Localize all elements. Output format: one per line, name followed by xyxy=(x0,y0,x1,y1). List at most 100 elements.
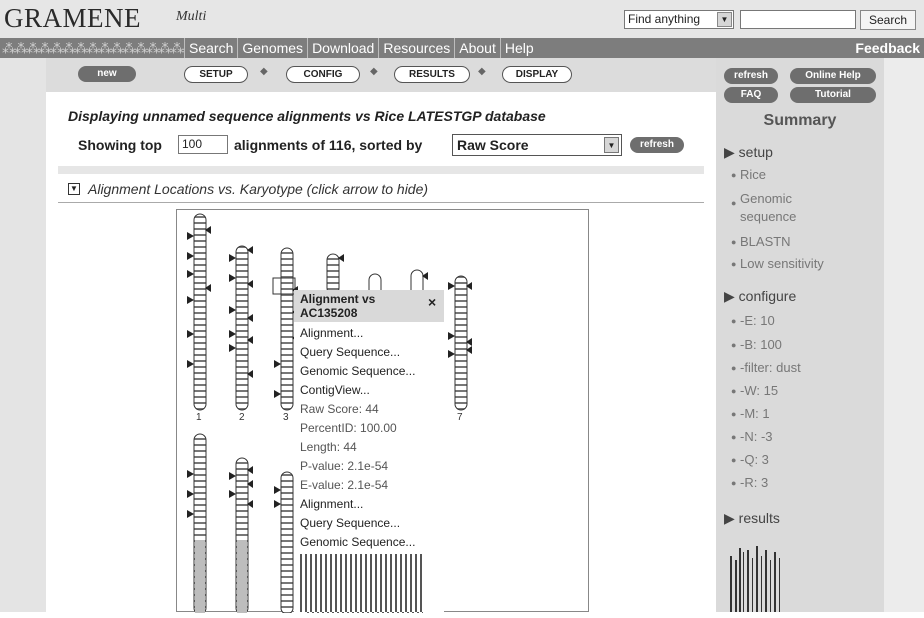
results-thumbnail xyxy=(728,546,786,612)
chromosome-8[interactable] xyxy=(187,433,207,615)
popup-p-value: P-value: 2.1e-54 xyxy=(300,459,389,473)
bullet-icon: ● xyxy=(731,316,737,326)
bullet-icon: ● xyxy=(731,386,737,396)
nav-about[interactable]: About xyxy=(454,38,500,58)
feedback-link[interactable]: Feedback xyxy=(855,38,920,58)
search-input[interactable] xyxy=(740,10,856,29)
nav-bar: ⁂⁂⁂⁂⁂⁂⁂⁂⁂⁂⁂⁂⁂⁂⁂⁂⁂⁂⁂⁂⁂⁂ Search Genomes Do… xyxy=(0,38,924,58)
top-count-input[interactable]: 100 xyxy=(178,135,228,154)
online-help-button[interactable]: Online Help xyxy=(790,68,876,84)
step-arrow-icon: ◆ xyxy=(370,66,378,77)
configure-item: -B: 100 xyxy=(740,337,782,352)
popup-link-query-sequence[interactable]: Query Sequence... xyxy=(300,345,400,359)
popup-link-genomic-sequence[interactable]: Genomic Sequence... xyxy=(300,535,415,549)
chromosome-4[interactable] xyxy=(326,253,344,295)
divider xyxy=(58,166,704,174)
summary-sidebar xyxy=(716,58,884,612)
setup-label: setup xyxy=(738,144,773,160)
find-select-value: Find anything xyxy=(628,12,701,26)
popup-raw-score: Raw Score: 44 xyxy=(300,402,379,416)
refresh-button[interactable]: refresh xyxy=(630,137,684,153)
configure-item: -M: 1 xyxy=(740,406,770,421)
configure-item: -W: 15 xyxy=(740,383,779,398)
bullet-icon: ● xyxy=(731,478,737,488)
popup-percent-id: PercentID: 100.00 xyxy=(300,421,397,435)
setup-item: Low sensitivity xyxy=(740,256,824,271)
configure-item: -Q: 3 xyxy=(740,452,769,467)
popup-alignment-bars xyxy=(300,554,422,612)
sidebar-section-results[interactable]: ▶ results xyxy=(724,510,780,527)
showing-label: Showing top xyxy=(78,137,162,153)
popup-length: Length: 44 xyxy=(300,440,357,454)
alignments-label: alignments of 116, sorted by xyxy=(234,137,423,153)
chromosome-label: 3 xyxy=(283,412,289,423)
chromosome-10[interactable] xyxy=(274,471,294,615)
section-title: Alignment Locations vs. Karyotype (click… xyxy=(88,181,429,197)
popup-link-query-sequence[interactable]: Query Sequence... xyxy=(300,516,400,530)
tutorial-button[interactable]: Tutorial xyxy=(790,87,876,103)
bullet-icon: ● xyxy=(731,237,737,247)
popup-header: Alignment vs AC135208 × xyxy=(294,290,444,322)
popup-title: Alignment vs AC135208 xyxy=(300,292,376,320)
sidebar-refresh-button[interactable]: refresh xyxy=(724,68,778,84)
bullet-icon: ● xyxy=(731,259,737,269)
chromosome-label: 2 xyxy=(239,412,245,423)
nav-genomes[interactable]: Genomes xyxy=(237,38,307,58)
dropdown-arrow-icon[interactable]: ▼ xyxy=(604,137,619,153)
bullet-icon: ● xyxy=(731,432,737,442)
search-button[interactable]: Search xyxy=(860,10,916,30)
step-bar xyxy=(46,58,716,92)
chromosome-label: 1 xyxy=(196,412,202,423)
sidebar-section-setup[interactable]: ▶ setup xyxy=(724,144,773,161)
right-gutter xyxy=(884,58,924,612)
find-select[interactable]: Find anything ▼ xyxy=(624,10,734,29)
popup-link-genomic-sequence[interactable]: Genomic Sequence... xyxy=(300,364,415,378)
setup-item: Rice xyxy=(740,167,767,182)
step-config[interactable]: CONFIG xyxy=(286,66,360,83)
grain-decoration-icon: ⁂⁂⁂⁂⁂⁂⁂⁂⁂⁂⁂⁂⁂⁂⁂⁂⁂⁂⁂⁂⁂⁂ xyxy=(2,40,184,56)
popup-link-alignment[interactable]: Alignment... xyxy=(300,497,363,511)
step-setup[interactable]: SETUP xyxy=(184,66,248,83)
setup-item: Genomic sequence xyxy=(740,191,797,224)
alignment-popup: Alignment vs AC135208 × Alignment... Que… xyxy=(294,290,444,612)
sort-select-value: Raw Score xyxy=(457,137,529,153)
bullet-icon: ● xyxy=(731,409,737,419)
popup-link-alignment[interactable]: Alignment... xyxy=(300,326,363,340)
nav-download[interactable]: Download xyxy=(307,38,378,58)
configure-item: -filter: dust xyxy=(740,360,801,375)
popup-link-contigview[interactable]: ContigView... xyxy=(300,383,370,397)
step-arrow-icon: ◆ xyxy=(260,66,268,77)
chromosome-1[interactable] xyxy=(187,213,211,411)
divider xyxy=(58,202,704,203)
gramene-logo[interactable]: GRAMENE xyxy=(4,3,141,34)
chromosome-2[interactable] xyxy=(229,245,253,411)
dropdown-arrow-icon[interactable]: ▼ xyxy=(717,12,732,27)
step-arrow-icon: ◆ xyxy=(478,66,486,77)
summary-title: Summary xyxy=(763,112,837,129)
faq-button[interactable]: FAQ xyxy=(724,87,778,103)
nav-resources[interactable]: Resources xyxy=(378,38,454,58)
results-label: results xyxy=(738,510,780,526)
chromosome-7[interactable] xyxy=(448,275,472,411)
bullet-icon: ● xyxy=(731,340,737,350)
nav-help[interactable]: Help xyxy=(499,38,538,58)
nav-search[interactable]: Search xyxy=(184,38,237,58)
sidebar-section-configure[interactable]: ▶ configure xyxy=(724,288,796,305)
logo-subtitle: Multi xyxy=(176,9,207,24)
bullet-icon: ● xyxy=(731,170,737,180)
bullet-icon: ● xyxy=(731,455,737,465)
new-button[interactable]: new xyxy=(78,66,136,82)
bullet-icon: ● xyxy=(731,363,737,373)
close-icon[interactable]: × xyxy=(428,294,436,310)
configure-item: -E: 10 xyxy=(740,313,775,328)
sort-select[interactable]: Raw Score ▼ xyxy=(452,134,622,156)
nav-links: Search Genomes Download Resources About … xyxy=(184,38,538,58)
popup-e-value: E-value: 2.1e-54 xyxy=(300,478,389,492)
step-results[interactable]: RESULTS xyxy=(394,66,470,83)
collapse-arrow-icon[interactable]: ▼ xyxy=(68,183,80,195)
left-gutter xyxy=(0,58,46,612)
step-display[interactable]: DISPLAY xyxy=(502,66,572,83)
chromosome-9[interactable] xyxy=(229,457,253,615)
configure-item: -R: 3 xyxy=(740,475,769,490)
chromosome-label: 7 xyxy=(457,412,463,423)
